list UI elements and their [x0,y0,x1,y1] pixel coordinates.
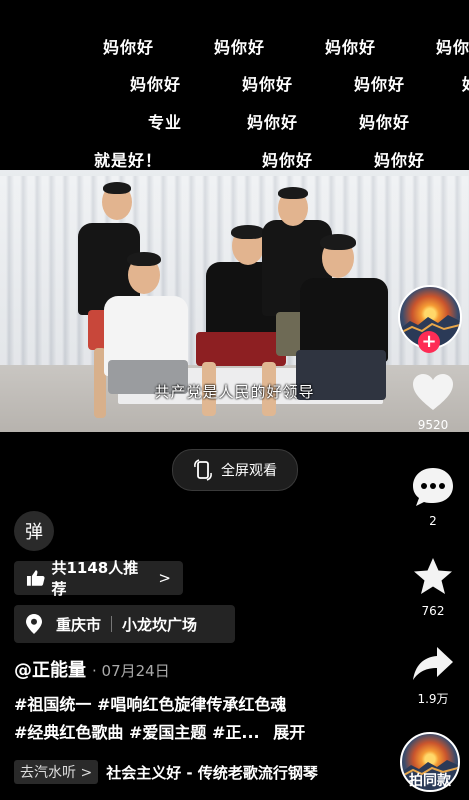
share-count: 1.9万 [417,692,449,706]
location-city: 重庆市 [56,615,102,634]
recommend-chip[interactable]: 共1148人推荐 > [14,559,183,598]
fullscreen-button[interactable]: 全屏观看 [172,449,298,491]
music-title: 社会主义好 - 传统老歌流行钢琴 [106,763,318,782]
rotate-screen-icon [194,459,212,481]
author-name[interactable]: @正能量 [14,660,86,681]
danmaku-comment: 妈你好 [359,113,411,132]
remix-label[interactable]: 拍同款 [400,770,460,790]
danmaku-comment: 妈你好 [247,113,299,132]
favorite-action[interactable]: 762 [407,556,459,618]
music-source-chip[interactable]: 去汽水听 > [14,760,99,784]
recommend-label: 共1148人推荐 [51,559,139,598]
location-chip[interactable]: 重庆市 小龙坎广场 [14,605,235,643]
danmaku-comment: 妈你好 [262,151,314,170]
thumbs-up-icon [26,570,45,586]
danmaku-comment: 专业 [148,113,183,132]
post-author-line: @正能量 · 07月24日 [14,656,170,682]
star-icon [414,558,452,594]
like-action[interactable]: 9520 [407,372,459,432]
music-row[interactable]: 去汽水听 > 社会主义好 - 传统老歌流行钢琴 [14,760,318,784]
danmaku-comment: 妈你好 [325,38,377,57]
danmaku-comment: 妈你好 [374,151,426,170]
danmaku-comment: 就是好！ [94,151,163,170]
comment-count: 2 [429,514,437,528]
location-divider [111,616,113,632]
danmaku-comment: 妈你好 [214,38,266,57]
danmaku-comment: 妈你好 [354,75,406,94]
like-count: 9520 [417,418,449,432]
favorite-count: 762 [421,604,445,618]
video-subtitle: 共产党是人民的好领导 [154,383,315,401]
post-date: · 07月24日 [92,662,170,680]
hashtags-text[interactable]: #经典红色歌曲 #爱国主题 #正... [14,723,260,742]
share-action[interactable]: 1.9万 [407,644,459,707]
danmaku-comment: 好 [462,71,469,95]
location-place: 小龙坎广场 [122,615,198,634]
follow-plus-button[interactable]: + [418,331,440,353]
danmaku-toggle-label: 弹 [25,522,43,543]
danmaku-comment: 妈你好 [130,75,182,94]
hashtags-line-2: #经典红色歌曲 #爱国主题 #正... 展开 [14,720,374,746]
danmaku-toggle-button[interactable]: 弹 [14,511,54,551]
comment-bubble-icon [413,468,453,506]
video-player[interactable]: 共产党是人民的好领导 [0,170,469,432]
comment-action[interactable]: 2 [407,466,459,528]
danmaku-comment: 妈你好 [242,75,294,94]
hashtags-line-1[interactable]: #祖国统一 #唱响红色旋律传承红色魂 [14,692,344,718]
fullscreen-label: 全屏观看 [221,463,277,479]
danmaku-comment: 妈你好 [103,38,155,57]
location-pin-icon [26,614,42,634]
chevron-right-icon: > [158,569,171,587]
danmaku-overlay: 妈你好 妈你好 妈你好 妈你 妈你好 妈你好 妈你好 好 专业 妈你好 妈你好 … [0,0,469,170]
heart-icon [413,374,453,410]
danmaku-comment: 妈你 [436,38,469,57]
share-arrow-icon [413,647,453,680]
expand-link[interactable]: 展开 [273,723,305,742]
